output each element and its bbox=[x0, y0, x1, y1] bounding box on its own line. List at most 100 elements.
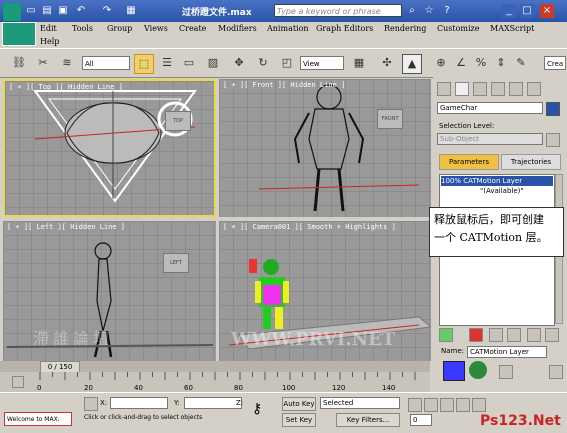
menu-help[interactable]: Help bbox=[40, 37, 59, 46]
select-by-name-icon[interactable]: ☰ bbox=[158, 54, 176, 72]
maxscript-listener[interactable]: Welcome to MAX: bbox=[4, 412, 72, 426]
edit-named-selection-icon[interactable]: ✎ bbox=[512, 54, 530, 72]
display-tab-icon[interactable] bbox=[509, 82, 523, 96]
rectangular-selection-icon[interactable]: ▭ bbox=[180, 54, 198, 72]
viewcube-front[interactable]: FRONT bbox=[377, 109, 403, 129]
select-link-icon[interactable]: ⛓ bbox=[10, 54, 28, 72]
search-icon[interactable]: ⌕ bbox=[405, 4, 419, 18]
menu-animation[interactable]: Animation bbox=[267, 24, 309, 33]
move-layer-up-icon[interactable] bbox=[527, 328, 541, 342]
window-crossing-icon[interactable]: ▨ bbox=[204, 54, 222, 72]
hold-icon[interactable]: ▦ bbox=[124, 4, 138, 18]
selection-filter-dropdown[interactable]: All bbox=[82, 56, 130, 70]
menu-rendering[interactable]: Rendering bbox=[384, 24, 426, 33]
named-selection-set-field[interactable]: Crea bbox=[544, 56, 566, 70]
move-icon[interactable]: ✥ bbox=[230, 54, 248, 72]
clock-icon[interactable] bbox=[469, 361, 487, 379]
y-coordinate-field[interactable] bbox=[184, 397, 242, 409]
tab-parameters[interactable]: Parameters bbox=[439, 154, 499, 170]
reference-coordinate-dropdown[interactable]: View bbox=[300, 56, 344, 70]
bind-space-warp-icon[interactable]: ≋ bbox=[58, 54, 76, 72]
star-icon[interactable]: ☆ bbox=[422, 4, 436, 18]
menu-create[interactable]: Create bbox=[179, 24, 206, 33]
lock-selection-icon[interactable] bbox=[84, 397, 98, 411]
close-icon[interactable]: × bbox=[540, 4, 554, 18]
move-layer-down-icon[interactable] bbox=[545, 328, 559, 342]
layer-color-swatch[interactable] bbox=[443, 361, 465, 381]
save-icon[interactable]: ▣ bbox=[56, 4, 70, 18]
viewport-camera-label[interactable]: [ + ][ Camera001 ][ Smooth + Highlights … bbox=[223, 223, 396, 231]
layer-weight-icon[interactable] bbox=[499, 365, 513, 379]
search-input[interactable]: Type a keyword or phrase bbox=[274, 4, 402, 17]
viewport-top-label[interactable]: [ + ][ Top ][ Hidden Line ] bbox=[9, 83, 123, 91]
copy-layer-icon[interactable] bbox=[489, 328, 503, 342]
menu-edit[interactable]: Edit bbox=[40, 24, 57, 33]
key-selection-dropdown[interactable]: Selected bbox=[320, 397, 400, 409]
spinner-snap-icon[interactable]: ⇕ bbox=[492, 54, 510, 72]
rotate-icon[interactable]: ↻ bbox=[254, 54, 272, 72]
remove-layer-icon[interactable] bbox=[469, 328, 483, 342]
percent-snap-icon[interactable]: % bbox=[472, 54, 490, 72]
select-and-manipulate-icon[interactable]: ✣ bbox=[378, 54, 396, 72]
minimize-icon[interactable]: _ bbox=[502, 4, 516, 18]
menu-group[interactable]: Group bbox=[107, 24, 132, 33]
viewport-camera[interactable]: [ + ][ Camera001 ][ Smooth + Highlights … bbox=[219, 221, 431, 361]
layer-options-icon[interactable] bbox=[549, 365, 563, 379]
menu-views[interactable]: Views bbox=[144, 24, 168, 33]
auto-key-button[interactable]: Auto Key bbox=[282, 397, 316, 411]
maximize-icon[interactable]: □ bbox=[520, 4, 534, 18]
previous-frame-icon[interactable] bbox=[424, 398, 438, 412]
layer-list-item[interactable]: 100% CATMotion Layer bbox=[441, 176, 553, 186]
app-logo-icon[interactable] bbox=[3, 3, 21, 21]
unlink-icon[interactable]: ✂ bbox=[34, 54, 52, 72]
viewport-left-label[interactable]: [ + ][ Left ][ Hidden Line ] bbox=[7, 223, 125, 231]
layer-name-field[interactable]: CATMotion Layer bbox=[467, 346, 547, 358]
menu-modifiers[interactable]: Modifiers bbox=[218, 24, 257, 33]
viewport-front-label[interactable]: [ + ][ Front ][ Hidden Line ] bbox=[223, 81, 345, 89]
set-key-button[interactable]: Set Key bbox=[282, 413, 316, 427]
viewcube-top[interactable]: TOP bbox=[165, 111, 191, 131]
goto-start-icon[interactable] bbox=[408, 398, 422, 412]
snaps-toggle-icon[interactable]: ⊕ bbox=[432, 54, 450, 72]
viewport-left[interactable]: LEFT [ + ][ Left ][ Hidden Line ] 滯誰論壇 bbox=[3, 221, 216, 361]
angle-snap-icon[interactable]: ∠ bbox=[452, 54, 470, 72]
application-button-icon[interactable] bbox=[2, 22, 36, 46]
modify-tab-icon[interactable] bbox=[455, 82, 469, 96]
create-tab-icon[interactable] bbox=[437, 82, 451, 96]
redo-icon[interactable]: ↷ bbox=[100, 4, 114, 18]
menu-customize[interactable]: Customize bbox=[437, 24, 480, 33]
pivot-center-icon[interactable]: ▦ bbox=[350, 54, 368, 72]
x-coordinate-field[interactable] bbox=[110, 397, 168, 409]
viewport-front[interactable]: FRONT [ + ][ Front ][ Hidden Line ] bbox=[219, 79, 431, 217]
menu-graph-editors[interactable]: Graph Editors bbox=[316, 24, 373, 33]
timeline-ruler[interactable]: 0 20 40 60 80 100 120 140 bbox=[0, 372, 430, 394]
object-color-swatch[interactable] bbox=[546, 102, 560, 116]
sub-object-dropdown-arrow-icon[interactable] bbox=[546, 133, 560, 147]
select-object-icon[interactable]: ⬚ bbox=[134, 54, 154, 74]
goto-end-icon[interactable] bbox=[472, 398, 486, 412]
menu-tools[interactable]: Tools bbox=[72, 24, 93, 33]
viewport-top[interactable]: TOP [ + ][ Top ][ Hidden Line ] bbox=[3, 79, 216, 217]
viewcube-left[interactable]: LEFT bbox=[163, 253, 189, 273]
keyboard-shortcut-override-icon[interactable]: ▲ bbox=[402, 54, 422, 74]
help-icon[interactable]: ? bbox=[440, 4, 454, 18]
undo-icon[interactable]: ↶ bbox=[74, 4, 88, 18]
utilities-tab-icon[interactable] bbox=[527, 82, 541, 96]
tab-trajectories[interactable]: Trajectories bbox=[501, 154, 561, 170]
add-layer-icon[interactable] bbox=[439, 328, 453, 342]
hierarchy-tab-icon[interactable] bbox=[473, 82, 487, 96]
motion-tab-icon[interactable] bbox=[491, 82, 505, 96]
object-name-field[interactable]: GameChar bbox=[437, 102, 543, 114]
paste-layer-icon[interactable] bbox=[507, 328, 521, 342]
next-frame-icon[interactable] bbox=[456, 398, 470, 412]
mini-curve-editor-icon[interactable] bbox=[12, 376, 24, 388]
layer-list-subitem[interactable]: "(Available)" bbox=[480, 187, 524, 195]
menu-maxscript[interactable]: MAXScript bbox=[490, 24, 534, 33]
new-icon[interactable]: ▭ bbox=[24, 4, 38, 18]
key-filters-button[interactable]: Key Filters... bbox=[336, 413, 400, 427]
play-icon[interactable] bbox=[440, 398, 454, 412]
scale-icon[interactable]: ◰ bbox=[278, 54, 296, 72]
open-icon[interactable]: ▤ bbox=[40, 4, 54, 18]
sub-object-dropdown[interactable]: Sub-Object bbox=[437, 133, 543, 145]
current-frame-field[interactable]: 0 bbox=[410, 414, 432, 426]
